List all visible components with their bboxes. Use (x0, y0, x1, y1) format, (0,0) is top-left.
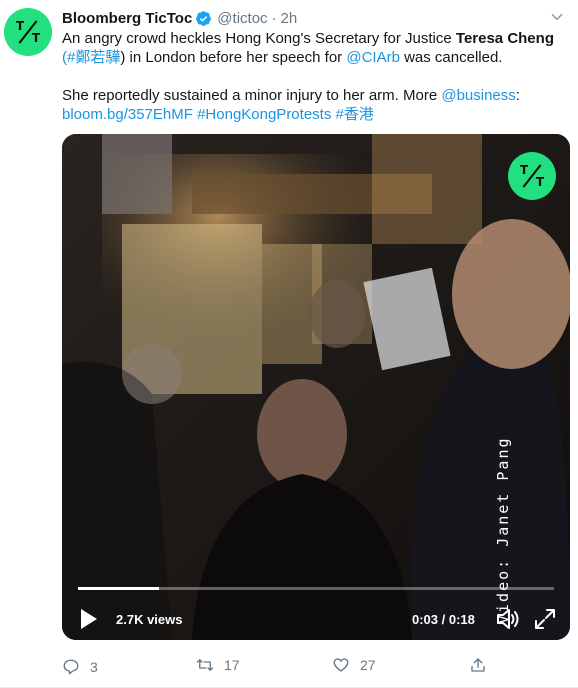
share-button[interactable] (469, 656, 487, 674)
author-handle[interactable]: @tictoc (217, 10, 267, 27)
tweet-header: Bloomberg TicToc @tictoc · 2h (62, 8, 297, 28)
volume-icon[interactable] (495, 606, 521, 632)
mention-ciarb[interactable]: @CIArb (346, 49, 400, 66)
tictoc-logo-icon: TT (16, 19, 40, 45)
play-icon[interactable] (80, 608, 98, 630)
short-link[interactable]: bloom.bg/357EhMF (62, 106, 193, 123)
video-progress-bar[interactable] (78, 587, 554, 590)
expand-icon[interactable] (534, 608, 556, 630)
verified-badge-icon (196, 10, 212, 26)
reply-icon (63, 659, 79, 675)
tictoc-logo-icon: TT (520, 163, 544, 189)
retweet-icon (196, 659, 214, 671)
like-count: 27 (360, 657, 376, 673)
reply-button[interactable]: 3 (62, 656, 98, 678)
tweet-card[interactable]: TT Bloomberg TicToc @tictoc · 2h An angr… (0, 0, 578, 688)
video-credit: Video: Janet Pang (494, 436, 512, 624)
view-count: 2.7K views (116, 612, 183, 627)
tweet-timestamp[interactable]: 2h (281, 10, 298, 27)
heart-icon (333, 658, 349, 672)
like-button[interactable]: 27 (332, 656, 376, 674)
tweet-paragraph-2: She reportedly sustained a minor injury … (62, 87, 520, 123)
video-time: 0:03 / 0:18 (412, 612, 475, 627)
avatar[interactable]: TT (4, 8, 52, 56)
tweet-text: An angry crowd heckles Hong Kong's Secre… (62, 29, 567, 124)
chevron-down-icon[interactable] (550, 10, 564, 24)
reply-count: 3 (90, 659, 98, 675)
person-name: Teresa Cheng (455, 30, 554, 47)
mention-business[interactable]: @business (441, 87, 515, 104)
video-player[interactable]: TT Video: Janet Pang 2.7K views 0:03 / 0… (62, 134, 570, 640)
hashtag-hongkongprotests[interactable]: #HongKongProtests (197, 106, 331, 123)
tweet-paragraph-1: An angry crowd heckles Hong Kong's Secre… (62, 30, 554, 66)
hashtag-hongkong-chinese[interactable]: #香港 (336, 106, 374, 123)
retweet-count: 17 (224, 657, 240, 673)
share-icon (471, 658, 485, 672)
tictoc-watermark: TT (508, 152, 556, 200)
header-separator: · (271, 9, 277, 27)
retweet-button[interactable]: 17 (196, 656, 240, 674)
tweet-actions: 3 17 27 (62, 656, 502, 678)
video-progress-fill (78, 587, 159, 590)
hashtag-link[interactable]: (#鄭若驊 (62, 49, 120, 66)
author-name[interactable]: Bloomberg TicToc (62, 10, 192, 27)
